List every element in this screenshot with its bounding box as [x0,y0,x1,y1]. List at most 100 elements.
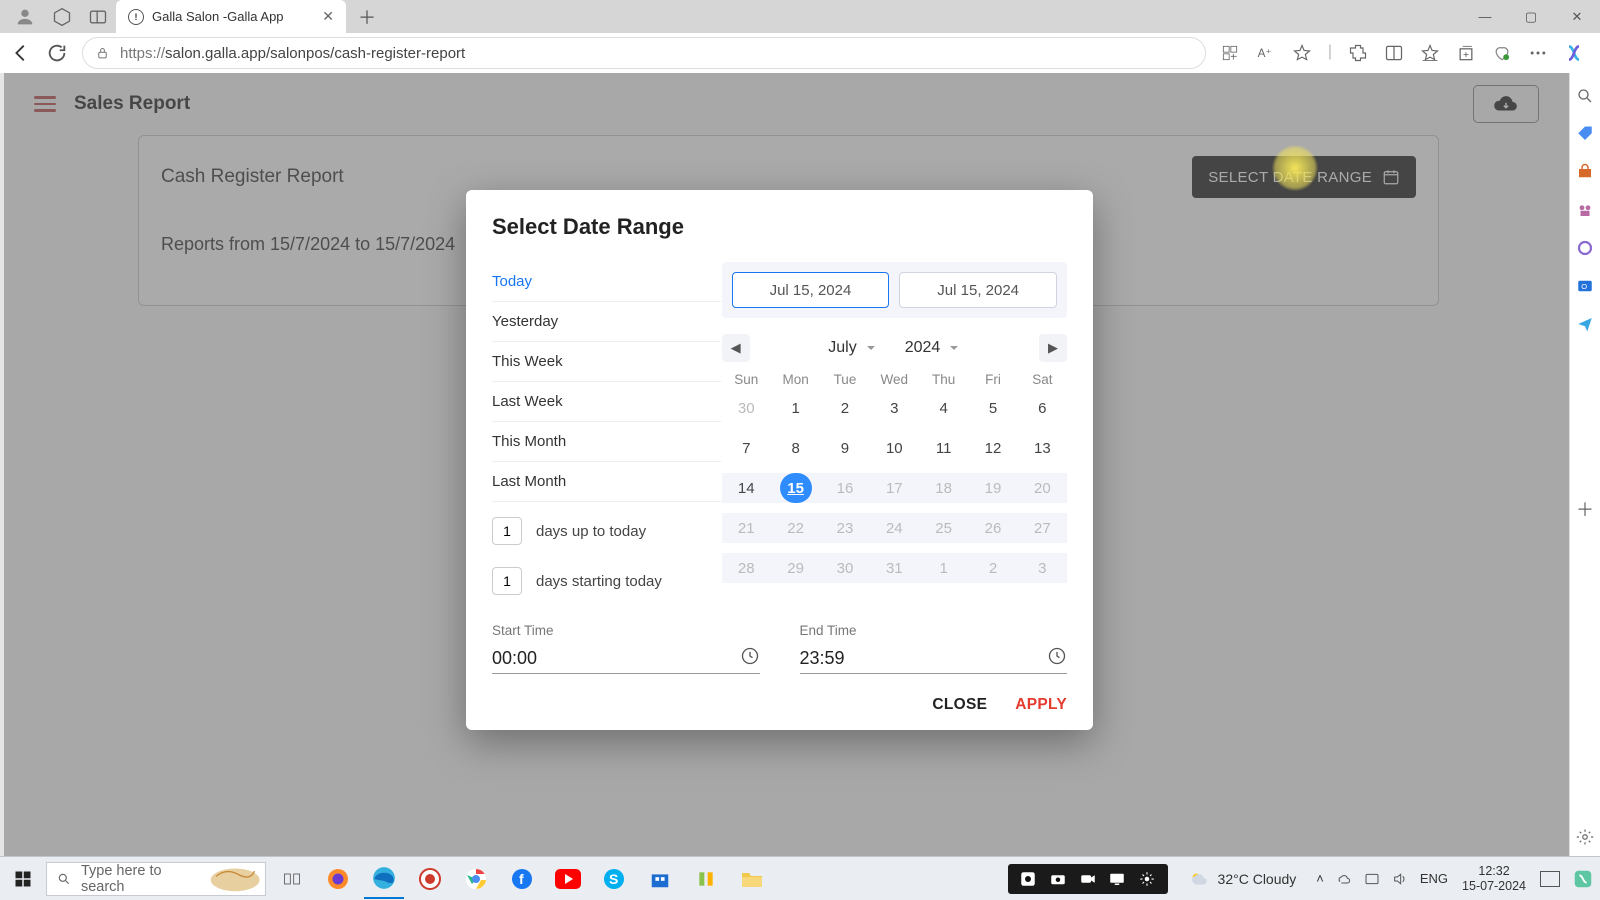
app-icon[interactable] [686,859,726,899]
collections-icon[interactable] [1456,43,1476,63]
url-box[interactable]: https://salon.galla.app/salonpos/cash-re… [82,37,1206,69]
day-18[interactable]: 18 [919,473,968,503]
taskbar-copilot-icon[interactable] [1572,868,1594,890]
day-21[interactable]: 21 [722,513,771,543]
favorite-star-icon[interactable] [1292,43,1312,63]
language-indicator[interactable]: ENG [1420,871,1448,886]
minimize-button[interactable]: — [1462,0,1508,33]
youtube-icon[interactable] [548,859,588,899]
ms-store-icon[interactable] [640,859,680,899]
favorites-icon[interactable] [1420,43,1440,63]
new-tab-button[interactable]: ＋ [358,4,376,30]
volume-icon[interactable] [1392,871,1408,887]
day-10[interactable]: 10 [870,433,919,463]
start-date-field[interactable]: Jul 15, 2024 [732,272,890,308]
rec-settings-icon[interactable] [1138,870,1156,888]
split-screen-icon[interactable] [1384,43,1404,63]
day-6[interactable]: 6 [1018,393,1067,423]
file-explorer-icon[interactable] [732,859,772,899]
day-17[interactable]: 17 [870,473,919,503]
day-3[interactable]: 3 [870,393,919,423]
back-button[interactable] [10,42,32,64]
app-install-icon[interactable] [1220,43,1240,63]
record-app-icon[interactable] [410,859,450,899]
browser-essentials-icon[interactable] [1492,43,1512,63]
m365-icon[interactable] [1576,239,1594,257]
day-14[interactable]: 14 [722,473,771,503]
day-24[interactable]: 24 [870,513,919,543]
skype-icon[interactable]: S [594,859,634,899]
preset-last-week[interactable]: Last Week [492,382,721,422]
search-icon[interactable] [1576,87,1594,105]
tray-chevron-icon[interactable]: ˄ [1316,871,1324,886]
notifications-icon[interactable] [1540,871,1560,887]
edge-icon[interactable] [364,859,404,899]
recording-toolbar[interactable] [1008,864,1168,894]
day-1[interactable]: 1 [919,553,968,583]
day-9[interactable]: 9 [820,433,869,463]
end-date-field[interactable]: Jul 15, 2024 [899,272,1057,308]
day-12[interactable]: 12 [968,433,1017,463]
day-5[interactable]: 5 [968,393,1017,423]
day-27[interactable]: 27 [1018,513,1067,543]
weather-widget[interactable]: 32°C Cloudy [1188,868,1297,890]
day-7[interactable]: 7 [722,433,771,463]
day-22[interactable]: 22 [771,513,820,543]
day-30[interactable]: 30 [722,393,771,423]
next-month-button[interactable]: ▶ [1039,334,1067,362]
tools-icon[interactable] [1576,163,1594,181]
end-time-field[interactable]: End Time 23:59 [800,622,1068,674]
sidebar-add-button[interactable]: ＋ [1576,496,1594,522]
month-select[interactable]: July [828,339,876,357]
site-info-icon[interactable] [95,46,110,61]
day-1[interactable]: 1 [771,393,820,423]
preset-last-month[interactable]: Last Month [492,462,721,502]
day-4[interactable]: 4 [919,393,968,423]
extensions-icon[interactable] [1348,43,1368,63]
day-23[interactable]: 23 [820,513,869,543]
day-29[interactable]: 29 [771,553,820,583]
system-tray[interactable]: ˄ ENG [1316,871,1448,887]
workspaces-icon[interactable] [52,7,72,27]
preset-this-month[interactable]: This Month [492,422,721,462]
year-select[interactable]: 2024 [905,339,961,357]
start-time-field[interactable]: Start Time 00:00 [492,622,760,674]
task-view-icon[interactable] [272,859,312,899]
apply-button[interactable]: APPLY [1015,696,1067,714]
onedrive-tray-icon[interactable] [1336,871,1352,887]
day-31[interactable]: 31 [870,553,919,583]
input-tray-icon[interactable] [1364,871,1380,887]
read-aloud-icon[interactable]: A⁺ [1256,43,1276,63]
preset-yesterday[interactable]: Yesterday [492,302,721,342]
day-20[interactable]: 20 [1018,473,1067,503]
more-menu-icon[interactable] [1528,43,1548,63]
day-11[interactable]: 11 [919,433,968,463]
prev-month-button[interactable]: ◀ [722,334,750,362]
start-button[interactable] [6,862,40,896]
screen-icon[interactable] [1108,870,1126,888]
day-2[interactable]: 2 [820,393,869,423]
preset-today[interactable]: Today [492,262,721,302]
day-8[interactable]: 8 [771,433,820,463]
facebook-icon[interactable]: f [502,859,542,899]
settings-icon[interactable] [1576,828,1594,846]
shopping-tag-icon[interactable] [1576,125,1594,143]
profile-icon[interactable] [14,6,36,28]
copilot-icon[interactable] [1564,43,1584,63]
day-15[interactable]: 15 [771,473,820,503]
close-window-button[interactable]: ✕ [1554,0,1600,33]
tab-close-icon[interactable]: ✕ [322,8,334,25]
camera-icon[interactable] [1049,870,1067,888]
browser-tab[interactable]: ! Galla Salon -Galla App ✕ [116,0,346,33]
video-icon[interactable] [1079,870,1097,888]
days-up-input[interactable] [492,517,522,545]
outlook-icon[interactable]: O [1576,277,1594,295]
preset-this-week[interactable]: This Week [492,342,721,382]
day-26[interactable]: 26 [968,513,1017,543]
day-19[interactable]: 19 [968,473,1017,503]
maximize-button[interactable]: ▢ [1508,0,1554,33]
taskbar-clock[interactable]: 12:32 15-07-2024 [1462,864,1526,894]
refresh-button[interactable] [46,42,68,64]
day-28[interactable]: 28 [722,553,771,583]
days-start-input[interactable] [492,567,522,595]
